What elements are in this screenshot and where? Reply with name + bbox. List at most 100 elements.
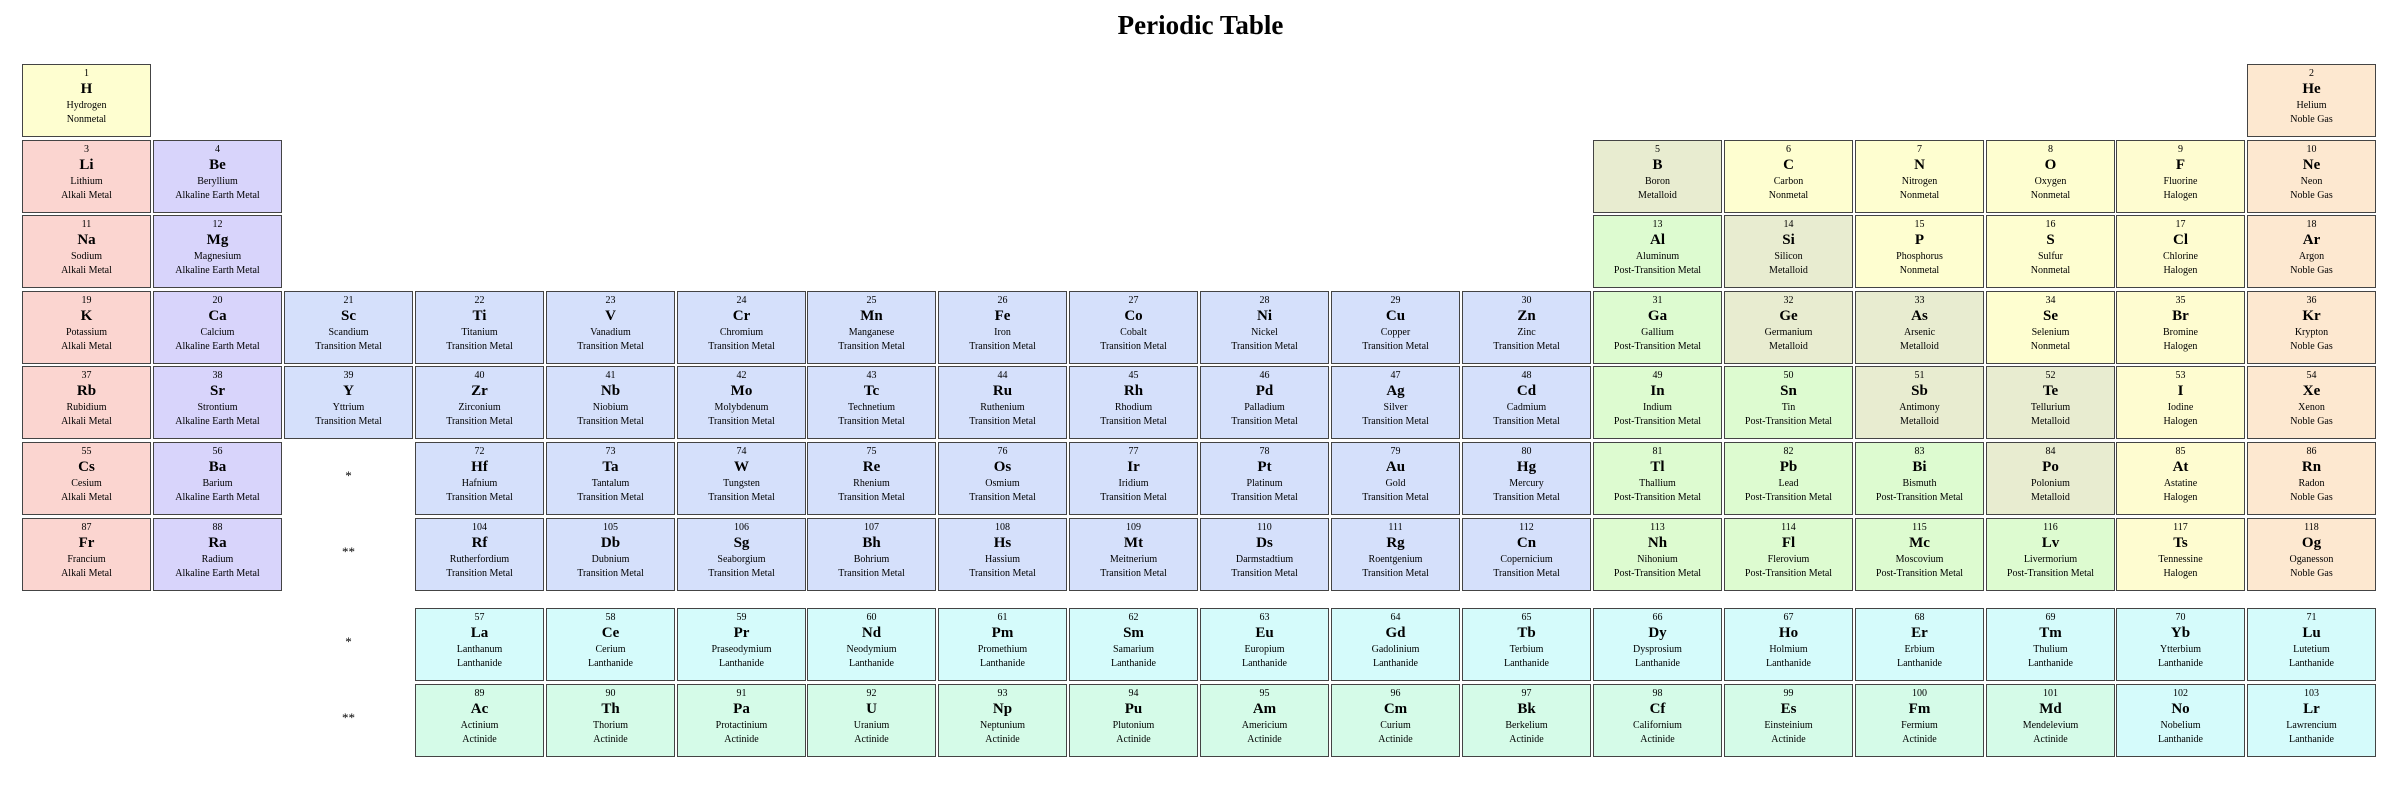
element-cell-cf[interactable]: 98 Cf Californium Actinide	[1593, 684, 1722, 757]
element-cell-ag[interactable]: 47 Ag Silver Transition Metal	[1331, 366, 1460, 439]
element-cell-bi[interactable]: 83 Bi Bismuth Post-Transition Metal	[1855, 442, 1984, 515]
element-cell-md[interactable]: 101 Md Mendelevium Actinide	[1986, 684, 2115, 757]
element-cell-h[interactable]: 1 H Hydrogen Nonmetal	[22, 64, 151, 137]
element-cell-ti[interactable]: 22 Ti Titanium Transition Metal	[415, 291, 544, 364]
element-cell-lv[interactable]: 116 Lv Livermorium Post-Transition Metal	[1986, 518, 2115, 591]
element-cell-lu[interactable]: 71 Lu Lutetium Lanthanide	[2247, 608, 2376, 681]
element-cell-li[interactable]: 3 Li Lithium Alkali Metal	[22, 140, 151, 213]
element-cell-he[interactable]: 2 He Helium Noble Gas	[2247, 64, 2376, 137]
element-cell-mg[interactable]: 12 Mg Magnesium Alkaline Earth Metal	[153, 215, 282, 288]
element-cell-tl[interactable]: 81 Tl Thallium Post-Transition Metal	[1593, 442, 1722, 515]
element-cell-ne[interactable]: 10 Ne Neon Noble Gas	[2247, 140, 2376, 213]
element-cell-db[interactable]: 105 Db Dubnium Transition Metal	[546, 518, 675, 591]
element-cell-ar[interactable]: 18 Ar Argon Noble Gas	[2247, 215, 2376, 288]
element-cell-co[interactable]: 27 Co Cobalt Transition Metal	[1069, 291, 1198, 364]
element-cell-ta[interactable]: 73 Ta Tantalum Transition Metal	[546, 442, 675, 515]
element-cell-pa[interactable]: 91 Pa Protactinium Actinide	[677, 684, 806, 757]
element-cell-ba[interactable]: 56 Ba Barium Alkaline Earth Metal	[153, 442, 282, 515]
element-cell-au[interactable]: 79 Au Gold Transition Metal	[1331, 442, 1460, 515]
element-cell-cs[interactable]: 55 Cs Cesium Alkali Metal	[22, 442, 151, 515]
element-cell-ce[interactable]: 58 Ce Cerium Lanthanide	[546, 608, 675, 681]
element-cell-ra[interactable]: 88 Ra Radium Alkaline Earth Metal	[153, 518, 282, 591]
element-cell-sc[interactable]: 21 Sc Scandium Transition Metal	[284, 291, 413, 364]
element-cell-bh[interactable]: 107 Bh Bohrium Transition Metal	[807, 518, 936, 591]
element-cell-ca[interactable]: 20 Ca Calcium Alkaline Earth Metal	[153, 291, 282, 364]
element-cell-u[interactable]: 92 U Uranium Actinide	[807, 684, 936, 757]
element-cell-ds[interactable]: 110 Ds Darmstadtium Transition Metal	[1200, 518, 1329, 591]
element-cell-v[interactable]: 23 V Vanadium Transition Metal	[546, 291, 675, 364]
element-cell-mo[interactable]: 42 Mo Molybdenum Transition Metal	[677, 366, 806, 439]
element-cell-tb[interactable]: 65 Tb Terbium Lanthanide	[1462, 608, 1591, 681]
element-cell-es[interactable]: 99 Es Einsteinium Actinide	[1724, 684, 1853, 757]
element-cell-cm[interactable]: 96 Cm Curium Actinide	[1331, 684, 1460, 757]
element-cell-mt[interactable]: 109 Mt Meitnerium Transition Metal	[1069, 518, 1198, 591]
element-cell-zr[interactable]: 40 Zr Zirconium Transition Metal	[415, 366, 544, 439]
element-cell-i[interactable]: 53 I Iodine Halogen	[2116, 366, 2245, 439]
element-cell-se[interactable]: 34 Se Selenium Nonmetal	[1986, 291, 2115, 364]
element-cell-br[interactable]: 35 Br Bromine Halogen	[2116, 291, 2245, 364]
element-cell-rn[interactable]: 86 Rn Radon Noble Gas	[2247, 442, 2376, 515]
element-cell-la[interactable]: 57 La Lanthanum Lanthanide	[415, 608, 544, 681]
element-cell-p[interactable]: 15 P Phosphorus Nonmetal	[1855, 215, 1984, 288]
element-cell-hg[interactable]: 80 Hg Mercury Transition Metal	[1462, 442, 1591, 515]
element-cell-nh[interactable]: 113 Nh Nihonium Post-Transition Metal	[1593, 518, 1722, 591]
element-cell-tm[interactable]: 69 Tm Thulium Lanthanide	[1986, 608, 2115, 681]
element-cell-in[interactable]: 49 In Indium Post-Transition Metal	[1593, 366, 1722, 439]
element-cell-kr[interactable]: 36 Kr Krypton Noble Gas	[2247, 291, 2376, 364]
element-cell-ac[interactable]: 89 Ac Actinium Actinide	[415, 684, 544, 757]
element-cell-cd[interactable]: 48 Cd Cadmium Transition Metal	[1462, 366, 1591, 439]
element-cell-nb[interactable]: 41 Nb Niobium Transition Metal	[546, 366, 675, 439]
element-cell-cr[interactable]: 24 Cr Chromium Transition Metal	[677, 291, 806, 364]
element-cell-hs[interactable]: 108 Hs Hassium Transition Metal	[938, 518, 1067, 591]
element-cell-os[interactable]: 76 Os Osmium Transition Metal	[938, 442, 1067, 515]
element-cell-fr[interactable]: 87 Fr Francium Alkali Metal	[22, 518, 151, 591]
element-cell-fm[interactable]: 100 Fm Fermium Actinide	[1855, 684, 1984, 757]
element-cell-sn[interactable]: 50 Sn Tin Post-Transition Metal	[1724, 366, 1853, 439]
element-cell-ir[interactable]: 77 Ir Iridium Transition Metal	[1069, 442, 1198, 515]
element-cell-sb[interactable]: 51 Sb Antimony Metalloid	[1855, 366, 1984, 439]
element-cell-o[interactable]: 8 O Oxygen Nonmetal	[1986, 140, 2115, 213]
element-cell-yb[interactable]: 70 Yb Ytterbium Lanthanide	[2116, 608, 2245, 681]
element-cell-si[interactable]: 14 Si Silicon Metalloid	[1724, 215, 1853, 288]
element-cell-nd[interactable]: 60 Nd Neodymium Lanthanide	[807, 608, 936, 681]
element-cell-na[interactable]: 11 Na Sodium Alkali Metal	[22, 215, 151, 288]
element-cell-at[interactable]: 85 At Astatine Halogen	[2116, 442, 2245, 515]
element-cell-ni[interactable]: 28 Ni Nickel Transition Metal	[1200, 291, 1329, 364]
element-cell-dy[interactable]: 66 Dy Dysprosium Lanthanide	[1593, 608, 1722, 681]
element-cell-re[interactable]: 75 Re Rhenium Transition Metal	[807, 442, 936, 515]
element-cell-er[interactable]: 68 Er Erbium Lanthanide	[1855, 608, 1984, 681]
element-cell-k[interactable]: 19 K Potassium Alkali Metal	[22, 291, 151, 364]
element-cell-be[interactable]: 4 Be Beryllium Alkaline Earth Metal	[153, 140, 282, 213]
element-cell-ga[interactable]: 31 Ga Gallium Post-Transition Metal	[1593, 291, 1722, 364]
element-cell-cu[interactable]: 29 Cu Copper Transition Metal	[1331, 291, 1460, 364]
element-cell-th[interactable]: 90 Th Thorium Actinide	[546, 684, 675, 757]
element-cell-fe[interactable]: 26 Fe Iron Transition Metal	[938, 291, 1067, 364]
element-cell-eu[interactable]: 63 Eu Europium Lanthanide	[1200, 608, 1329, 681]
element-cell-rf[interactable]: 104 Rf Rutherfordium Transition Metal	[415, 518, 544, 591]
element-cell-c[interactable]: 6 C Carbon Nonmetal	[1724, 140, 1853, 213]
element-cell-mc[interactable]: 115 Mc Moscovium Post-Transition Metal	[1855, 518, 1984, 591]
element-cell-mn[interactable]: 25 Mn Manganese Transition Metal	[807, 291, 936, 364]
element-cell-og[interactable]: 118 Og Oganesson Noble Gas	[2247, 518, 2376, 591]
element-cell-s[interactable]: 16 S Sulfur Nonmetal	[1986, 215, 2115, 288]
element-cell-sr[interactable]: 38 Sr Strontium Alkaline Earth Metal	[153, 366, 282, 439]
element-cell-rg[interactable]: 111 Rg Roentgenium Transition Metal	[1331, 518, 1460, 591]
element-cell-te[interactable]: 52 Te Tellurium Metalloid	[1986, 366, 2115, 439]
element-cell-sg[interactable]: 106 Sg Seaborgium Transition Metal	[677, 518, 806, 591]
element-cell-zn[interactable]: 30 Zn Zinc Transition Metal	[1462, 291, 1591, 364]
element-cell-po[interactable]: 84 Po Polonium Metalloid	[1986, 442, 2115, 515]
element-cell-pr[interactable]: 59 Pr Praseodymium Lanthanide	[677, 608, 806, 681]
element-cell-pb[interactable]: 82 Pb Lead Post-Transition Metal	[1724, 442, 1853, 515]
element-cell-xe[interactable]: 54 Xe Xenon Noble Gas	[2247, 366, 2376, 439]
element-cell-ru[interactable]: 44 Ru Ruthenium Transition Metal	[938, 366, 1067, 439]
element-cell-pd[interactable]: 46 Pd Palladium Transition Metal	[1200, 366, 1329, 439]
element-cell-np[interactable]: 93 Np Neptunium Actinide	[938, 684, 1067, 757]
element-cell-n[interactable]: 7 N Nitrogen Nonmetal	[1855, 140, 1984, 213]
element-cell-sm[interactable]: 62 Sm Samarium Lanthanide	[1069, 608, 1198, 681]
element-cell-ts[interactable]: 117 Ts Tennessine Halogen	[2116, 518, 2245, 591]
element-cell-rb[interactable]: 37 Rb Rubidium Alkali Metal	[22, 366, 151, 439]
element-cell-pt[interactable]: 78 Pt Platinum Transition Metal	[1200, 442, 1329, 515]
element-cell-no[interactable]: 102 No Nobelium Lanthanide	[2116, 684, 2245, 757]
element-cell-b[interactable]: 5 B Boron Metalloid	[1593, 140, 1722, 213]
element-cell-gd[interactable]: 64 Gd Gadolinium Lanthanide	[1331, 608, 1460, 681]
